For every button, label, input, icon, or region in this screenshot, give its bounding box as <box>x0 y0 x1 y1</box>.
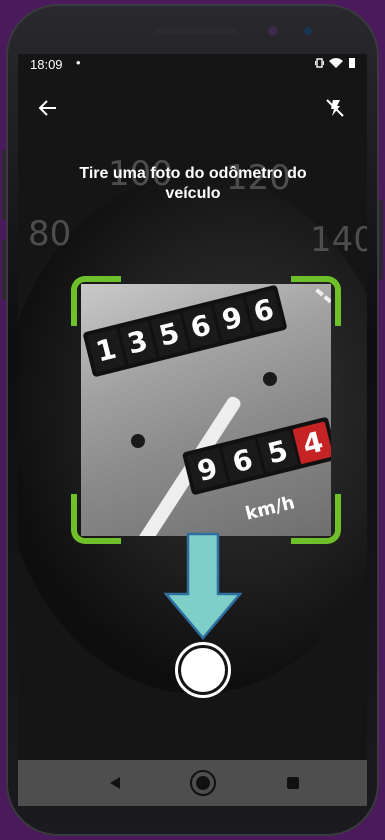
unit-label: km/h <box>243 492 297 525</box>
odometer-digit: 9 <box>213 297 252 342</box>
odometer-digit: 6 <box>221 438 263 482</box>
odometer-digit: 1 <box>87 328 126 373</box>
odometer-digit: 6 <box>244 289 283 334</box>
sensor <box>304 27 312 35</box>
odometer-digit: 5 <box>257 430 299 474</box>
frame-corner <box>291 494 341 544</box>
nav-home-icon <box>190 770 216 796</box>
front-camera <box>268 26 278 36</box>
status-time: 18:09 <box>30 57 63 72</box>
trip-odometer: 9 6 5 4 <box>181 416 331 496</box>
odometer-digit: 9 <box>186 447 228 491</box>
vibrate-icon <box>315 58 324 68</box>
instruction-text: Tire uma foto do odômetro do veículo <box>79 165 307 202</box>
frame-corner <box>71 494 121 544</box>
back-button[interactable] <box>38 98 62 122</box>
status-bar: 18:09 • <box>18 54 367 76</box>
wifi-icon <box>329 58 343 68</box>
power-button <box>379 200 383 280</box>
camera-screen: 80 100 120 140 18:09 • Tire uma foto do … <box>18 54 367 764</box>
flash-off-icon <box>326 99 344 117</box>
gauge-knob <box>131 434 145 448</box>
frame-corner <box>291 276 341 326</box>
shutter-button-icon <box>181 648 225 692</box>
arrow-down-icon <box>163 532 243 647</box>
nav-recents-button[interactable] <box>278 768 308 798</box>
odometer-digit: 3 <box>118 320 157 365</box>
frame-corner <box>71 276 121 326</box>
flash-toggle-button[interactable] <box>325 98 349 122</box>
arrow-left-icon <box>38 100 56 116</box>
nav-back-icon <box>110 777 120 789</box>
system-icons <box>315 57 361 72</box>
dial-number: 80 <box>28 214 72 254</box>
shutter-button[interactable] <box>175 642 231 698</box>
gauge-knob <box>263 372 277 386</box>
odometer-digit: 5 <box>150 312 189 357</box>
bixby-button <box>2 240 6 300</box>
volume-button <box>2 150 6 220</box>
earpiece-speaker <box>156 28 236 34</box>
notification-dot: • <box>76 55 81 70</box>
dial-number: 140 <box>310 220 367 260</box>
odometer-digit: 4 <box>292 421 331 465</box>
navigation-bar <box>18 760 367 806</box>
nav-recents-icon <box>287 777 299 789</box>
viewfinder: 1 3 5 6 9 6 9 6 5 4 km/h <box>71 276 341 544</box>
nav-home-button[interactable] <box>188 768 218 798</box>
nav-back-button[interactable] <box>100 768 130 798</box>
battery-icon <box>349 58 355 68</box>
odometer-digit: 6 <box>181 305 220 350</box>
